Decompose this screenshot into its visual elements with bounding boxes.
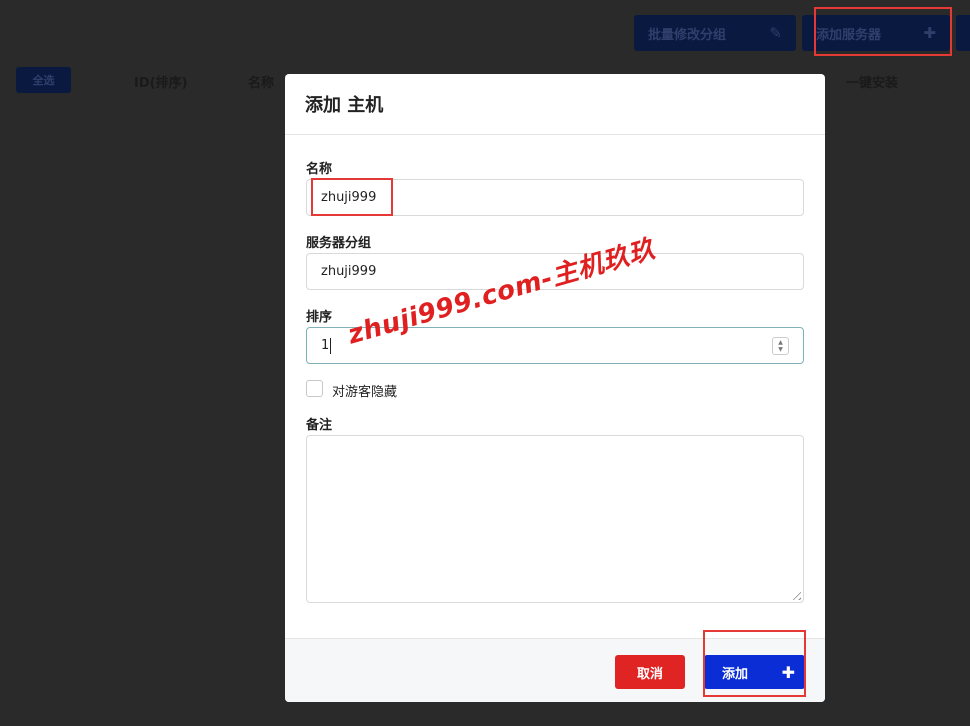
batch-edit-group-button[interactable]: 批量修改分组 ✎	[634, 15, 796, 51]
name-label: 名称	[306, 162, 333, 177]
add-host-modal: 添加 主机 名称 zhuji999 服务器分组 zhuji999 排序 1 ▲ …	[285, 74, 825, 702]
number-spinner[interactable]: ▲ ▼	[772, 337, 789, 355]
cancel-label: 取消	[636, 666, 663, 682]
hide-from-guest-checkbox[interactable]	[306, 380, 323, 397]
modal-header: 添加 主机	[285, 74, 825, 135]
note-textarea[interactable]	[306, 435, 804, 603]
note-label: 备注	[306, 418, 333, 433]
spinner-up-icon[interactable]: ▲	[778, 339, 783, 346]
sort-label: 排序	[306, 310, 333, 325]
toolbar-extra-button[interactable]	[956, 15, 970, 51]
column-header-id: ID(排序)	[134, 76, 188, 91]
group-label: 服务器分组	[306, 236, 372, 251]
column-header-name: 名称	[248, 76, 275, 91]
highlight-box-name	[311, 178, 393, 216]
edit-icon: ✎	[769, 24, 782, 42]
batch-edit-label: 批量修改分组	[648, 27, 727, 43]
sort-value: 1	[321, 338, 330, 353]
resize-handle-icon[interactable]	[789, 588, 801, 600]
column-header-install: 一键安装	[846, 76, 899, 91]
modal-title: 添加 主机	[305, 95, 384, 116]
cancel-button[interactable]: 取消	[615, 655, 685, 689]
group-value: zhuji999	[321, 264, 377, 279]
spinner-down-icon[interactable]: ▼	[778, 346, 783, 353]
highlight-box-add-server	[814, 7, 952, 56]
highlight-box-add-button	[703, 630, 806, 697]
select-all-button[interactable]: 全选	[16, 67, 71, 93]
hide-from-guest-label: 对游客隐藏	[332, 385, 398, 400]
